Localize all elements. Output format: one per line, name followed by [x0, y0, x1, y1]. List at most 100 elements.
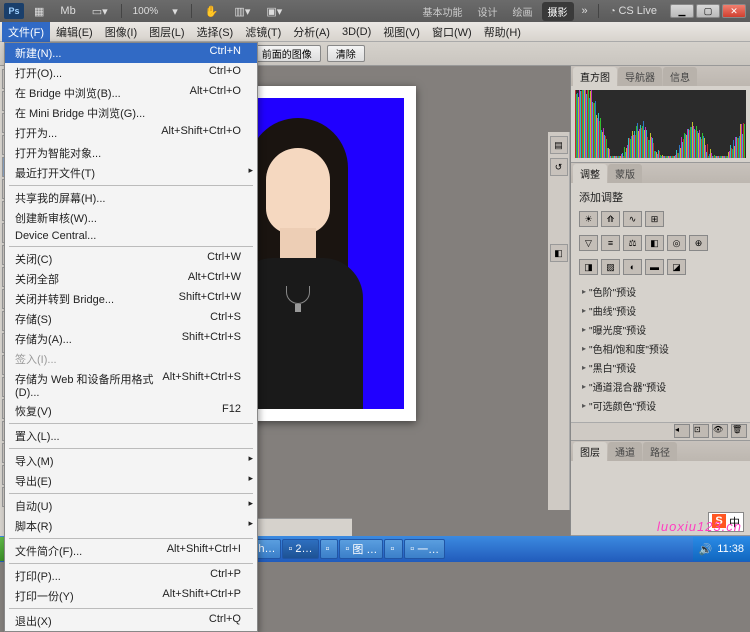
preset-item[interactable]: "曲线"预设 [579, 301, 742, 320]
menu-item[interactable]: 自动(U) [5, 496, 257, 516]
strip-history-icon[interactable]: ↺ [550, 158, 568, 176]
zoom-level[interactable]: 100% [130, 6, 162, 17]
menu-item[interactable]: 在 Bridge 中浏览(B)...Alt+Ctrl+O [5, 83, 257, 103]
menu-item[interactable]: 关闭全部Alt+Ctrl+W [5, 269, 257, 289]
bw-icon[interactable]: ◧ [645, 235, 664, 251]
menu-item[interactable]: 打开(O)...Ctrl+O [5, 63, 257, 83]
hand-tool-icon[interactable]: ✋ [200, 3, 224, 20]
maximize-button[interactable]: ▢ [696, 4, 720, 18]
preset-item[interactable]: "可选颜色"预设 [579, 396, 742, 415]
menu-item[interactable]: 存储为 Web 和设备所用格式(D)...Alt+Shift+Ctrl+S [5, 369, 257, 401]
tab-histogram[interactable]: 直方图 [573, 67, 617, 86]
preset-item[interactable]: "黑白"预设 [579, 358, 742, 377]
preset-item[interactable]: "曝光度"预设 [579, 320, 742, 339]
tray-volume-icon[interactable]: 🔊 [699, 543, 713, 556]
tab-info[interactable]: 信息 [663, 67, 697, 86]
exposure-icon[interactable]: ⊞ [645, 211, 664, 227]
levels-icon[interactable]: ⟰ [601, 211, 620, 227]
menu-item[interactable]: 打印一份(Y)Alt+Shift+Ctrl+P [5, 586, 257, 606]
ime-sogou-icon[interactable]: S [712, 514, 726, 528]
taskbar-item[interactable]: ▫一… [404, 539, 445, 559]
preset-clip-icon[interactable]: ⊡ [693, 424, 709, 438]
vibrance-icon[interactable]: ▽ [579, 235, 598, 251]
preset-item[interactable]: "色阶"预设 [579, 282, 742, 301]
minibridge-icon[interactable]: Mb [55, 3, 80, 19]
workspace-painting[interactable]: 绘画 [507, 2, 539, 21]
menu-item[interactable]: 签入(I)... [5, 349, 257, 369]
menu-item[interactable]: 打开为智能对象... [5, 143, 257, 163]
preset-back-icon[interactable]: ◂ [674, 424, 690, 438]
menu-item[interactable]: 存储(S)Ctrl+S [5, 309, 257, 329]
ime-lang[interactable]: 中 [729, 514, 740, 530]
menu-item[interactable]: 恢复(V)F12 [5, 401, 257, 421]
menu-file[interactable]: 文件(F) [2, 22, 50, 42]
taskbar-item[interactable]: ▫2… [282, 539, 318, 559]
clear-button[interactable]: 清除 [327, 45, 365, 62]
menu-item[interactable]: Device Central... [5, 228, 257, 244]
view-icon[interactable]: ▭▾ [87, 3, 113, 20]
colorbalance-icon[interactable]: ⚖ [623, 235, 642, 251]
tab-layers[interactable]: 图层 [573, 442, 607, 461]
tray-clock[interactable]: 11:38 [717, 543, 744, 555]
menu-item[interactable]: 关闭并转到 Bridge...Shift+Ctrl+W [5, 289, 257, 309]
menu-item[interactable]: 创建新审核(W)... [5, 208, 257, 228]
zoom-dropdown-icon[interactable]: ▾ [167, 3, 183, 20]
strip-histogram-icon[interactable]: ▤ [550, 136, 568, 154]
menu-item[interactable]: 新建(N)...Ctrl+N [5, 43, 257, 63]
menu-3d[interactable]: 3D(D) [336, 24, 377, 40]
menu-item[interactable]: 导入(M) [5, 451, 257, 471]
brightness-icon[interactable]: ☀ [579, 211, 598, 227]
close-button[interactable]: ✕ [722, 4, 746, 18]
taskbar-item[interactable]: ▫ [384, 539, 403, 559]
taskbar-item[interactable]: ▫ [320, 539, 339, 559]
menu-item[interactable]: 关闭(C)Ctrl+W [5, 249, 257, 269]
menu-filter[interactable]: 滤镜(T) [239, 22, 287, 42]
screen-mode-icon[interactable]: ▣▾ [261, 3, 287, 20]
workspace-photography[interactable]: 摄影 [542, 2, 574, 21]
menu-image[interactable]: 图像(I) [99, 22, 143, 42]
menu-item[interactable]: 退出(X)Ctrl+Q [5, 611, 257, 631]
menu-select[interactable]: 选择(S) [191, 22, 240, 42]
menu-item[interactable]: 文件简介(F)...Alt+Shift+Ctrl+I [5, 541, 257, 561]
menu-item[interactable]: 导出(E) [5, 471, 257, 491]
tab-channels[interactable]: 通道 [608, 442, 642, 461]
menu-item[interactable]: 脚本(R) [5, 516, 257, 536]
menu-edit[interactable]: 编辑(E) [50, 22, 99, 42]
menu-item[interactable]: 置入(L)... [5, 426, 257, 446]
menu-item[interactable]: 最近打开文件(T) [5, 163, 257, 183]
tab-masks[interactable]: 蒙版 [608, 164, 642, 183]
cslive-label[interactable]: ◔ CS Live [604, 5, 663, 17]
workspace-essentials[interactable]: 基本功能 [417, 2, 469, 21]
preset-eye-icon[interactable]: 👁 [712, 424, 728, 438]
photofilter-icon[interactable]: ◎ [667, 235, 686, 251]
selectivecolor-icon[interactable]: ◪ [667, 259, 686, 275]
posterize-icon[interactable]: ▨ [601, 259, 620, 275]
menu-layer[interactable]: 图层(L) [143, 22, 190, 42]
menu-help[interactable]: 帮助(H) [478, 22, 527, 42]
preset-item[interactable]: "通道混合器"预设 [579, 377, 742, 396]
preset-item[interactable]: "色相/饱和度"预设 [579, 339, 742, 358]
workspace-design[interactable]: 设计 [472, 2, 504, 21]
strip-adjustments-icon[interactable]: ◧ [550, 244, 568, 262]
hue-icon[interactable]: ≡ [601, 235, 620, 251]
bridge-icon[interactable]: ▦ [29, 3, 49, 20]
tab-paths[interactable]: 路径 [643, 442, 677, 461]
arrange-icon[interactable]: ▥▾ [229, 3, 255, 20]
menu-item[interactable]: 打开为...Alt+Shift+Ctrl+O [5, 123, 257, 143]
threshold-icon[interactable]: ◐ [623, 259, 642, 275]
menu-view[interactable]: 视图(V) [377, 22, 426, 42]
menu-item[interactable]: 在 Mini Bridge 中浏览(G)... [5, 103, 257, 123]
gradientmap-icon[interactable]: ▬ [645, 259, 664, 275]
minimize-button[interactable]: ▁ [670, 4, 694, 18]
menu-window[interactable]: 窗口(W) [426, 22, 478, 42]
taskbar-item[interactable]: ▫图 … [339, 539, 383, 559]
workspace-more-icon[interactable]: » [577, 3, 593, 19]
menu-item[interactable]: 共享我的屏幕(H)... [5, 188, 257, 208]
menu-item[interactable]: 存储为(A)...Shift+Ctrl+S [5, 329, 257, 349]
preset-trash-icon[interactable]: 🗑 [731, 424, 747, 438]
menu-analysis[interactable]: 分析(A) [287, 22, 336, 42]
tab-navigator[interactable]: 导航器 [618, 67, 662, 86]
invert-icon[interactable]: ◨ [579, 259, 598, 275]
menu-item[interactable]: 打印(P)...Ctrl+P [5, 566, 257, 586]
channelmixer-icon[interactable]: ⊕ [689, 235, 708, 251]
